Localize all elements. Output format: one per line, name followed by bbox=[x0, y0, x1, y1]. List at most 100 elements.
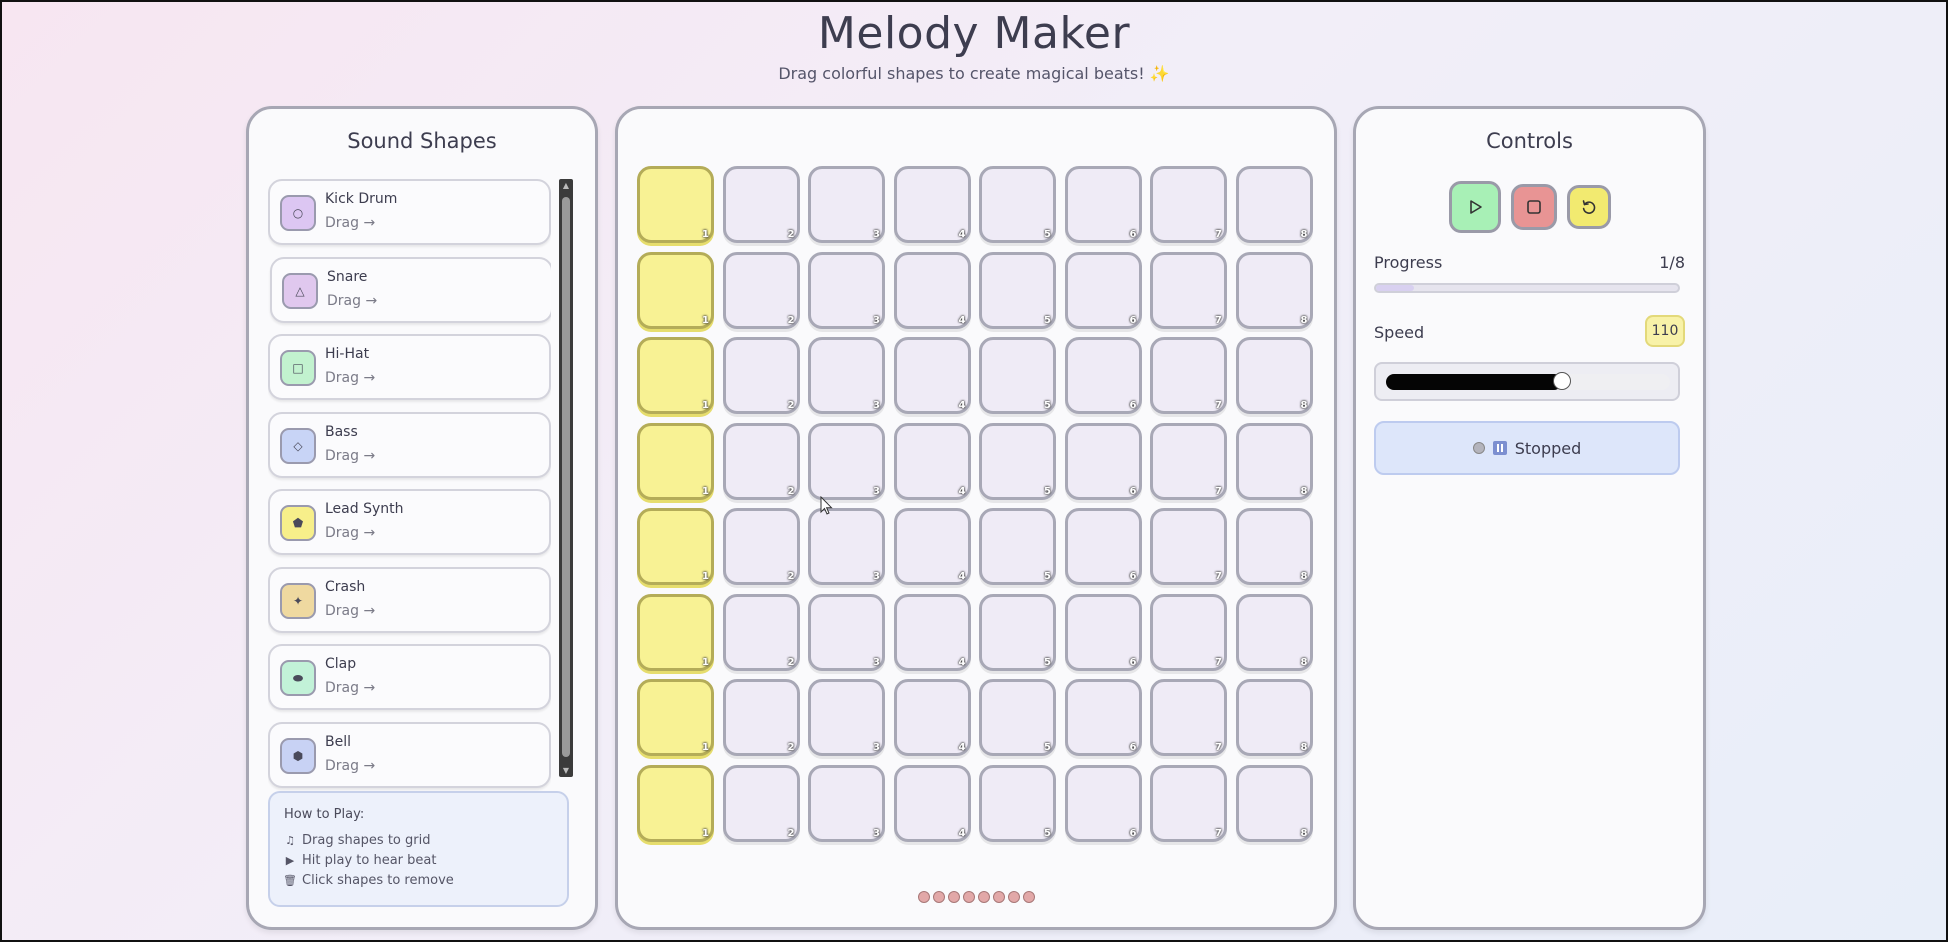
shape-list-scrollbar[interactable]: ▲ ▼ bbox=[559, 179, 573, 777]
beat-grid-cell[interactable]: 4 bbox=[893, 764, 971, 842]
cell-step-number: 4 bbox=[958, 656, 966, 668]
playback-status: Stopped bbox=[1374, 421, 1680, 475]
beat-grid-cell[interactable]: 6 bbox=[1064, 337, 1142, 414]
sound-shape-item[interactable]: △ Snare Drag → bbox=[270, 256, 551, 323]
beat-grid-cell[interactable]: 3 bbox=[808, 422, 885, 500]
beat-grid-cell[interactable]: 3 bbox=[808, 508, 885, 585]
beat-grid-cell[interactable]: 2 bbox=[722, 422, 800, 500]
sound-shape-list[interactable]: ○ Kick Drum Drag → △ Snare Drag → □ Hi-Hat Drag … bbox=[268, 179, 551, 879]
beat-grid-cell[interactable]: 7 bbox=[1150, 508, 1227, 585]
sound-shape-name: Kick Drum bbox=[325, 191, 398, 207]
speed-slider-handle[interactable] bbox=[1553, 372, 1572, 390]
beat-grid-cell[interactable]: 5 bbox=[979, 337, 1056, 414]
beat-grid-cell[interactable]: 1 bbox=[637, 764, 714, 842]
play-button[interactable] bbox=[1448, 181, 1501, 233]
speed-value-badge: 110 bbox=[1645, 315, 1685, 347]
beat-grid-cell[interactable]: 7 bbox=[1150, 251, 1227, 329]
beat-grid-cell[interactable]: 4 bbox=[893, 337, 971, 414]
beat-grid-cell[interactable]: 7 bbox=[1150, 422, 1227, 500]
beat-grid-cell[interactable]: 8 bbox=[1235, 679, 1313, 756]
beat-grid-cell[interactable]: 7 bbox=[1150, 593, 1227, 671]
beat-grid-cell[interactable]: 4 bbox=[893, 679, 971, 756]
controls-title: Controls bbox=[1486, 129, 1573, 153]
sound-shape-item[interactable]: ⬢ Bell Drag → bbox=[268, 721, 551, 788]
cell-step-number: 7 bbox=[1215, 742, 1222, 753]
beat-grid-cell[interactable]: 1 bbox=[637, 679, 714, 756]
beat-grid-cell[interactable]: 8 bbox=[1235, 764, 1313, 842]
beat-grid-cell[interactable]: 8 bbox=[1235, 508, 1313, 585]
beat-grid-cell[interactable]: 7 bbox=[1150, 764, 1227, 842]
beat-grid-cell[interactable]: 1 bbox=[637, 337, 714, 414]
cell-step-number: 1 bbox=[702, 400, 709, 411]
cell-step-number: 6 bbox=[1129, 314, 1137, 326]
beat-grid-cell[interactable]: 5 bbox=[979, 593, 1056, 671]
progress-bar-fill bbox=[1376, 285, 1414, 291]
cell-step-number: 6 bbox=[1129, 742, 1137, 753]
beat-grid-cell[interactable]: 8 bbox=[1235, 593, 1313, 671]
beat-grid-cell[interactable]: 4 bbox=[893, 166, 971, 243]
beat-grid-cell[interactable]: 1 bbox=[637, 251, 714, 329]
stop-button[interactable] bbox=[1510, 184, 1557, 230]
beat-grid-cell[interactable]: 3 bbox=[808, 593, 885, 671]
beat-grid-cell[interactable]: 3 bbox=[808, 337, 885, 414]
beat-grid-cell[interactable]: 2 bbox=[722, 764, 800, 842]
beat-grid-cell[interactable]: 8 bbox=[1235, 251, 1313, 329]
beat-grid-cell[interactable]: 1 bbox=[637, 166, 714, 243]
beat-grid-cell[interactable]: 2 bbox=[722, 593, 800, 671]
beat-grid-cell[interactable]: 4 bbox=[893, 422, 971, 500]
beat-grid-cell[interactable]: 7 bbox=[1150, 337, 1227, 414]
beat-grid-cell[interactable]: 8 bbox=[1235, 422, 1313, 500]
beat-grid-cell[interactable]: 5 bbox=[979, 422, 1056, 500]
sound-shape-item[interactable]: ⬬ Clap Drag → bbox=[268, 644, 551, 710]
beat-grid-cell[interactable]: 5 bbox=[979, 166, 1056, 243]
beat-grid-cell[interactable]: 3 bbox=[808, 251, 885, 329]
beat-grid-cell[interactable]: 7 bbox=[1150, 679, 1227, 756]
sound-shape-item[interactable]: ✦ Crash Drag → bbox=[268, 566, 551, 633]
beat-grid-cell[interactable]: 6 bbox=[1064, 166, 1142, 243]
beat-grid-cell[interactable]: 6 bbox=[1064, 422, 1142, 500]
step-indicator-dots bbox=[618, 891, 1334, 903]
beat-grid-cell[interactable]: 6 bbox=[1064, 679, 1142, 756]
sound-shape-item[interactable]: ◇ Bass Drag → bbox=[268, 411, 551, 478]
progress-bar bbox=[1374, 283, 1680, 293]
beat-grid-cell[interactable]: 6 bbox=[1064, 593, 1142, 671]
beat-grid-cell[interactable]: 2 bbox=[722, 166, 800, 243]
scroll-down-arrow-icon[interactable]: ▼ bbox=[561, 766, 571, 775]
beat-grid-cell[interactable]: 1 bbox=[637, 422, 714, 500]
beat-grid-cell[interactable]: 7 bbox=[1150, 166, 1227, 243]
beat-grid-cell[interactable]: 2 bbox=[722, 508, 800, 585]
cell-step-number: 6 bbox=[1129, 571, 1137, 582]
sound-shape-item[interactable]: ○ Kick Drum Drag → bbox=[268, 179, 551, 245]
beat-grid-cell[interactable]: 4 bbox=[893, 251, 971, 329]
beat-grid-cell[interactable]: 8 bbox=[1235, 337, 1313, 414]
beat-grid-cell[interactable]: 5 bbox=[979, 764, 1056, 842]
beat-grid-cell[interactable]: 2 bbox=[722, 679, 800, 756]
beat-grid-cell[interactable]: 4 bbox=[893, 508, 971, 585]
beat-grid-cell[interactable]: 3 bbox=[808, 166, 885, 243]
beat-grid-cell[interactable]: 6 bbox=[1064, 251, 1142, 329]
speed-slider[interactable] bbox=[1386, 372, 1670, 390]
beat-grid-cell[interactable]: 3 bbox=[808, 764, 885, 842]
beat-grid-cell[interactable]: 1 bbox=[637, 508, 714, 585]
beat-grid-cell[interactable]: 8 bbox=[1235, 166, 1313, 243]
reset-button[interactable] bbox=[1566, 185, 1611, 229]
beat-grid-cell[interactable]: 3 bbox=[808, 679, 885, 756]
beat-grid-cell[interactable]: 6 bbox=[1064, 508, 1142, 585]
beat-grid-cell[interactable]: 4 bbox=[893, 593, 971, 671]
beat-grid-cell[interactable]: 5 bbox=[979, 679, 1056, 756]
music-note-icon: ♫ bbox=[285, 833, 295, 847]
cell-step-number: 5 bbox=[1044, 656, 1051, 668]
scroll-up-arrow-icon[interactable]: ▲ bbox=[561, 181, 571, 190]
beat-grid-cell[interactable]: 5 bbox=[979, 251, 1056, 329]
how-to-play-title: How to Play: bbox=[284, 807, 365, 822]
sound-shape-item[interactable]: ⬟ Lead Synth Drag → bbox=[268, 489, 551, 555]
beat-grid-cell[interactable]: 2 bbox=[722, 337, 800, 414]
beat-grid-cell[interactable]: 2 bbox=[722, 251, 800, 329]
sound-shape-name: Hi-Hat bbox=[325, 346, 370, 362]
scrollbar-thumb[interactable] bbox=[562, 197, 570, 757]
beat-grid-cell[interactable]: 5 bbox=[979, 508, 1056, 585]
sound-shape-item[interactable]: □ Hi-Hat Drag → bbox=[268, 334, 551, 400]
beat-grid-cell[interactable]: 6 bbox=[1064, 764, 1142, 842]
cell-step-number: 5 bbox=[1044, 485, 1051, 497]
beat-grid-cell[interactable]: 1 bbox=[637, 593, 714, 671]
